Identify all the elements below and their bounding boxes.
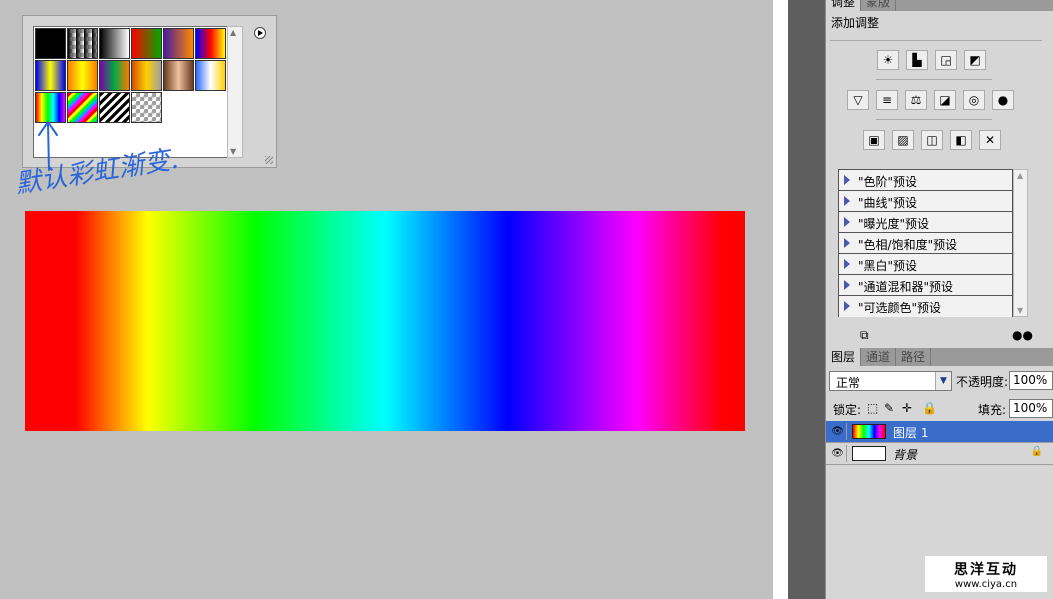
list-item[interactable]: "曲线"预设 xyxy=(839,191,1012,212)
picker-menu-button[interactable] xyxy=(254,27,266,39)
collapsed-dock-strip xyxy=(788,0,825,599)
color-balance-icon[interactable]: ⚖ xyxy=(905,90,927,110)
layers-tab-bar: 图层 通道 路径 xyxy=(826,348,1053,366)
handwritten-annotation: 默认彩虹渐变. xyxy=(15,120,180,197)
adjustment-presets-list: "色阶"预设 "曲线"预设 "曝光度"预设 "色相/饱和度"预设 "黑白"预设 … xyxy=(838,169,1013,317)
eye-icon[interactable]: 👁 xyxy=(829,423,847,440)
tab-layers[interactable]: 图层 xyxy=(826,348,862,366)
lock-all-icon[interactable]: 🔒 xyxy=(922,401,937,415)
levels-icon[interactable]: ▙ xyxy=(906,50,928,70)
annotation-text: 默认彩虹渐变. xyxy=(15,145,180,197)
layer-name[interactable]: 图层 1 xyxy=(893,424,928,441)
lock-transparency-icon[interactable]: ⬚ xyxy=(867,401,878,415)
watermark-logo: 思洋互动 www.ciya.cn xyxy=(925,556,1047,592)
blend-mode-select[interactable]: 正常 ▼ xyxy=(829,371,952,391)
exposure-icon[interactable]: ◩ xyxy=(964,50,986,70)
layer-thumbnail xyxy=(852,446,886,461)
expand-triangle-icon[interactable] xyxy=(844,259,850,269)
gradient-swatch[interactable] xyxy=(67,28,98,59)
fill-field[interactable]: 100% xyxy=(1009,399,1053,418)
list-item[interactable]: "色相/饱和度"预设 xyxy=(839,233,1012,254)
expand-triangle-icon[interactable] xyxy=(844,175,850,185)
black-white-icon[interactable]: ◪ xyxy=(934,90,956,110)
expand-triangle-icon[interactable] xyxy=(844,280,850,290)
chevron-down-icon[interactable]: ▼ xyxy=(935,372,951,390)
canvas-gutter xyxy=(773,0,788,599)
expand-triangle-icon[interactable] xyxy=(844,217,850,227)
divider xyxy=(876,119,992,120)
tab-channels[interactable]: 通道 xyxy=(861,348,897,366)
rainbow-gradient-fill xyxy=(25,211,745,431)
right-panel-dock: 调整 蒙版 添加调整 ☀ ▙ ◲ ◩ ▽ ≡ ⚖ ◪ ◎ ● ▣ ▨ ◫ ◧ ✕… xyxy=(825,0,1053,599)
panel-options-icon[interactable]: ●● xyxy=(1012,328,1033,342)
curves-icon[interactable]: ◲ xyxy=(935,50,957,70)
list-item[interactable]: "曝光度"预设 xyxy=(839,212,1012,233)
opacity-label: 不透明度: xyxy=(956,375,1009,389)
gradient-swatch[interactable] xyxy=(131,60,162,91)
photo-filter-icon[interactable]: ◎ xyxy=(963,90,985,110)
watermark-title: 思洋互动 xyxy=(954,562,1018,578)
tab-adjustments[interactable]: 调整 xyxy=(826,0,862,11)
scroll-down-icon[interactable]: ▼ xyxy=(230,147,236,156)
expand-triangle-icon[interactable] xyxy=(844,301,850,311)
expand-triangle-icon[interactable] xyxy=(844,238,850,248)
arrow-icon xyxy=(38,120,58,171)
brightness-contrast-icon[interactable]: ☀ xyxy=(877,50,899,70)
gradient-swatch[interactable] xyxy=(35,60,66,91)
layer-row[interactable]: 👁 图层 1 xyxy=(826,421,1053,443)
scroll-up-icon[interactable]: ▲ xyxy=(230,28,236,37)
hue-saturation-icon[interactable]: ≡ xyxy=(876,90,898,110)
posterize-icon[interactable]: ▨ xyxy=(892,130,914,150)
divider xyxy=(876,79,992,80)
selective-color-icon[interactable]: ✕ xyxy=(979,130,1001,150)
presets-scrollbar[interactable]: ▲ ▼ xyxy=(1013,169,1028,317)
gradient-swatch[interactable] xyxy=(163,60,194,91)
eye-icon[interactable]: 👁 xyxy=(829,445,847,462)
fill-label: 填充: xyxy=(978,403,1007,417)
scroll-down-icon[interactable]: ▼ xyxy=(1017,306,1023,315)
gradient-map-icon[interactable]: ◧ xyxy=(950,130,972,150)
expand-triangle-icon[interactable] xyxy=(844,196,850,206)
lock-brush-icon[interactable]: ✎ xyxy=(884,401,894,415)
gradient-swatch[interactable] xyxy=(99,60,130,91)
vibrance-icon[interactable]: ▽ xyxy=(847,90,869,110)
channel-mixer-icon[interactable]: ● xyxy=(992,90,1014,110)
watermark-url: www.ciya.cn xyxy=(954,579,1018,590)
list-item[interactable]: "可选颜色"预设 xyxy=(839,296,1012,317)
list-item[interactable]: "黑白"预设 xyxy=(839,254,1012,275)
adjustments-title: 添加调整 xyxy=(831,16,880,30)
clip-to-layer-icon[interactable]: ⧉ xyxy=(860,328,869,343)
blend-mode-value: 正常 xyxy=(836,376,861,390)
layer-row[interactable]: 👁 背景 🔒 xyxy=(826,443,1053,465)
lock-label: 锁定: xyxy=(833,403,862,417)
tab-masks[interactable]: 蒙版 xyxy=(861,0,897,11)
lock-position-icon[interactable]: ✛ xyxy=(902,401,912,415)
gradient-swatch[interactable] xyxy=(35,28,66,59)
lock-icon: 🔒 xyxy=(1030,446,1043,457)
layer-thumbnail xyxy=(852,424,886,439)
threshold-icon[interactable]: ◫ xyxy=(921,130,943,150)
layer-name[interactable]: 背景 xyxy=(893,446,917,463)
list-item[interactable]: "色阶"预设 xyxy=(839,170,1012,191)
resize-grip-icon[interactable] xyxy=(265,156,273,164)
scroll-up-icon[interactable]: ▲ xyxy=(1017,171,1023,180)
opacity-field[interactable]: 100% xyxy=(1009,371,1053,390)
gradient-swatch[interactable] xyxy=(131,28,162,59)
divider xyxy=(830,40,1042,41)
gradient-swatch[interactable] xyxy=(67,60,98,91)
gradient-swatch[interactable] xyxy=(163,28,194,59)
gradient-swatch[interactable] xyxy=(195,60,226,91)
adjustments-tab-bar: 调整 蒙版 xyxy=(826,0,1053,11)
gradient-swatch[interactable] xyxy=(195,28,226,59)
invert-icon[interactable]: ▣ xyxy=(863,130,885,150)
gradient-swatch[interactable] xyxy=(99,28,130,59)
tab-paths[interactable]: 路径 xyxy=(896,348,932,366)
list-item[interactable]: "通道混和器"预设 xyxy=(839,275,1012,296)
